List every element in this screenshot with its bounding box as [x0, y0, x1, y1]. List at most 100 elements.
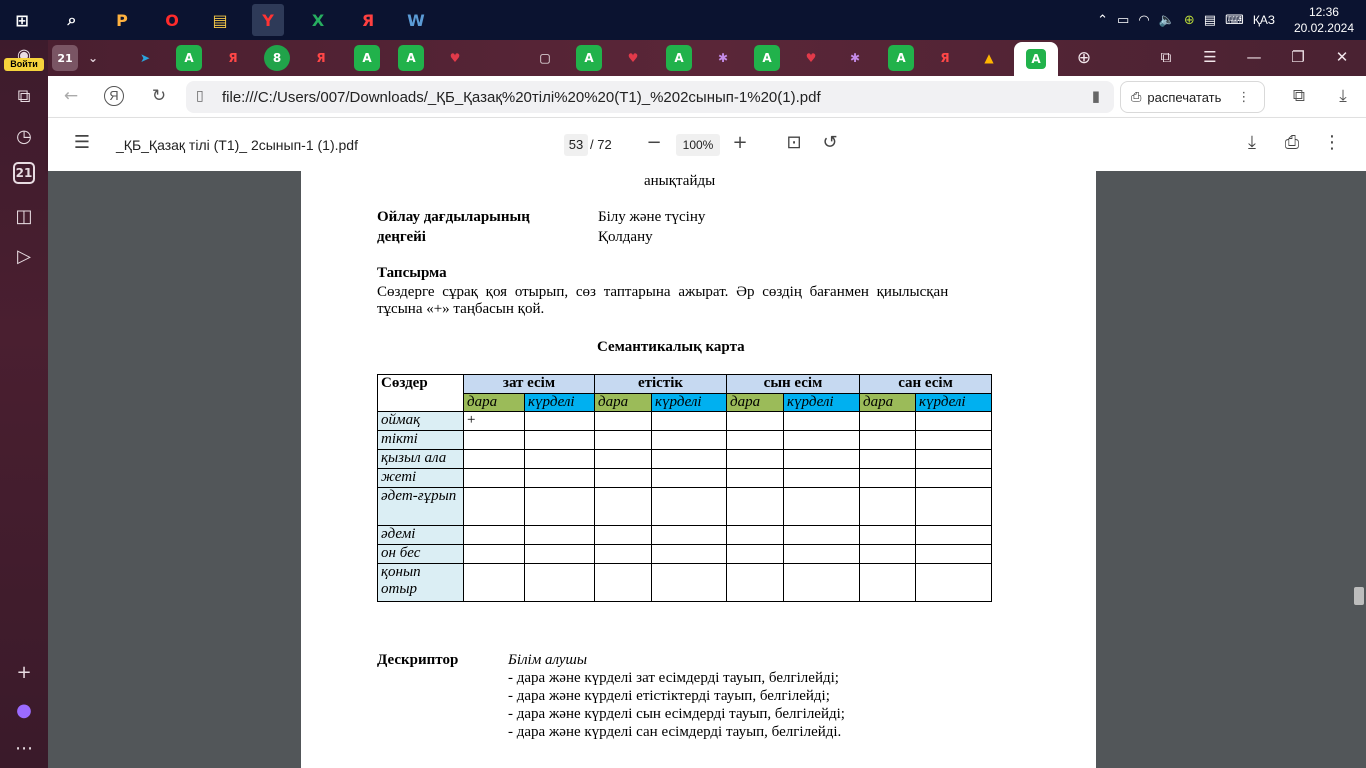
- table-title: Семантикалық карта: [597, 339, 745, 355]
- tab-a-6[interactable]: A: [754, 45, 780, 71]
- tab-shield-3[interactable]: ♥: [798, 45, 824, 71]
- clock-date: 20.02.2024: [1293, 21, 1354, 35]
- tab-count-badge[interactable]: 21: [52, 45, 78, 71]
- start-button[interactable]: ⊞: [6, 4, 38, 36]
- yandex-browser-icon[interactable]: Y: [252, 4, 284, 36]
- volume-icon[interactable]: 🔈: [1159, 13, 1175, 28]
- word-app-icon[interactable]: W: [400, 4, 432, 36]
- pdf-menu-icon[interactable]: ☰: [70, 132, 94, 153]
- mark-cell: [726, 563, 784, 602]
- close-button[interactable]: ✕: [1330, 48, 1354, 66]
- tab-telegram[interactable]: ➤: [132, 45, 158, 71]
- mark-cell: [915, 468, 992, 488]
- screenshot-icon[interactable]: ◫: [10, 202, 38, 230]
- tab-flower-2[interactable]: ✱: [842, 45, 868, 71]
- extensions-icon[interactable]: ⧉: [1288, 86, 1310, 106]
- word-cell: қонып отыр: [377, 563, 464, 602]
- login-button[interactable]: Войти: [4, 58, 44, 71]
- back-button[interactable]: ←: [60, 86, 82, 106]
- tab-a-4[interactable]: A: [576, 45, 602, 71]
- mark-cell: [859, 449, 916, 469]
- mark-cell: [594, 544, 652, 564]
- sub-header-kurdeli: күрделі: [915, 392, 992, 412]
- tab-yandex-2[interactable]: Я: [308, 45, 334, 71]
- battery-icon[interactable]: ▭: [1117, 13, 1129, 28]
- url-field[interactable]: ▯ file:///C:/Users/007/Downloads/_ҚБ_Қаз…: [186, 81, 1114, 113]
- wifi-icon[interactable]: ◠: [1138, 13, 1149, 28]
- excel-app-icon[interactable]: X: [302, 4, 334, 36]
- mark-cell: [783, 430, 860, 450]
- page-number-input[interactable]: 53: [564, 134, 588, 156]
- pdf-more-icon[interactable]: ⋮: [1320, 132, 1344, 153]
- tab-collections-icon[interactable]: ⧉: [1154, 48, 1178, 66]
- tab-yandex[interactable]: Я: [220, 45, 246, 71]
- mark-cell: [726, 487, 784, 526]
- tab-a-7[interactable]: A: [888, 45, 914, 71]
- file-explorer-icon[interactable]: ▤: [204, 4, 236, 36]
- print-page-button[interactable]: ⎙ распечатать ⋮: [1120, 81, 1265, 113]
- language-indicator[interactable]: ҚАЗ: [1253, 13, 1275, 27]
- shield-plus-icon[interactable]: ⊕: [1184, 13, 1195, 28]
- tab-image[interactable]: ▲: [976, 45, 1002, 71]
- download-pdf-icon[interactable]: ⤓: [1240, 132, 1264, 153]
- calendar-icon[interactable]: 21: [13, 162, 35, 184]
- zoom-out-button[interactable]: −: [642, 132, 666, 153]
- mark-cell: [859, 525, 916, 545]
- tab-active[interactable]: A: [1014, 42, 1058, 76]
- semantic-map-table: Сөздер зат есім етістік сын есім сан есі…: [377, 374, 992, 602]
- tab-a-5[interactable]: A: [666, 45, 692, 71]
- tab-shield[interactable]: ♥: [442, 45, 468, 71]
- zoom-level[interactable]: 100%: [676, 134, 720, 156]
- mark-cell: [651, 449, 727, 469]
- add-panel-icon[interactable]: +: [10, 658, 38, 686]
- play-icon[interactable]: ▷: [10, 242, 38, 270]
- descriptor-item: - дара және күрделі зат есімдерді тауып,…: [508, 670, 839, 686]
- chat-icon[interactable]: ▤: [1204, 13, 1216, 28]
- tab-a-3[interactable]: A: [398, 45, 424, 71]
- downloads-icon[interactable]: ⤓: [1332, 86, 1354, 106]
- tab-yandex-3[interactable]: Я: [932, 45, 958, 71]
- pdf-page: анықтайды Ойлау дағдыларының деңгейі Біл…: [301, 171, 1096, 768]
- word-cell: он бес: [377, 544, 464, 564]
- system-tray: ⌃ ▭ ◠ 🔈 ⊕ ▤ ⌨ ҚАЗ 12:36 20.02.2024: [1097, 0, 1354, 40]
- pdf-viewport[interactable]: анықтайды Ойлау дағдыларының деңгейі Біл…: [48, 171, 1366, 768]
- history-icon[interactable]: ◷: [10, 122, 38, 150]
- new-tab-button[interactable]: ⊕: [1072, 48, 1096, 68]
- more-vertical-icon[interactable]: ⋮: [1237, 90, 1250, 105]
- mark-cell: +: [463, 411, 525, 431]
- table-row: қызыл ала: [377, 449, 992, 469]
- opera-app-icon[interactable]: O: [156, 4, 188, 36]
- more-icon[interactable]: ⋯: [10, 734, 38, 762]
- mark-cell: [783, 563, 860, 602]
- reload-icon[interactable]: ↻: [148, 86, 170, 106]
- yandex-home-icon[interactable]: Я: [104, 86, 124, 106]
- yandex-app-icon[interactable]: Я: [352, 4, 384, 36]
- mark-cell: [915, 487, 992, 526]
- browser-menu-icon[interactable]: ☰: [1198, 48, 1222, 66]
- bookmark-icon[interactable]: ▮: [1092, 87, 1100, 105]
- restore-button[interactable]: ❐: [1286, 48, 1310, 66]
- rotate-icon[interactable]: ↺: [818, 132, 842, 153]
- tab-a-2[interactable]: A: [354, 45, 380, 71]
- minimize-button[interactable]: —: [1242, 48, 1266, 66]
- tab-8[interactable]: 8: [264, 45, 290, 71]
- keyboard-icon[interactable]: ⌨: [1225, 13, 1244, 28]
- search-icon[interactable]: ⌕: [56, 4, 88, 36]
- tab-a[interactable]: A: [176, 45, 202, 71]
- scrollbar-thumb[interactable]: [1354, 587, 1364, 605]
- mark-cell: [783, 449, 860, 469]
- mark-cell: [651, 525, 727, 545]
- tab-document[interactable]: ▢: [532, 45, 558, 71]
- tab-shield-2[interactable]: ♥: [620, 45, 646, 71]
- fit-page-icon[interactable]: ⊡: [782, 132, 806, 153]
- zoom-in-button[interactable]: +: [728, 132, 752, 153]
- collections-icon[interactable]: ⧉: [10, 82, 38, 110]
- tab-flower[interactable]: ✱: [710, 45, 736, 71]
- mark-cell: [594, 487, 652, 526]
- chevron-up-icon[interactable]: ⌃: [1097, 13, 1108, 28]
- print-pdf-icon[interactable]: ⎙: [1280, 132, 1304, 153]
- clock[interactable]: 12:36 20.02.2024: [1294, 4, 1354, 36]
- powerpoint-app-icon[interactable]: P: [106, 4, 138, 36]
- tab-list-chevron-icon[interactable]: ⌄: [80, 45, 106, 71]
- alice-assistant-icon[interactable]: ●: [10, 696, 38, 724]
